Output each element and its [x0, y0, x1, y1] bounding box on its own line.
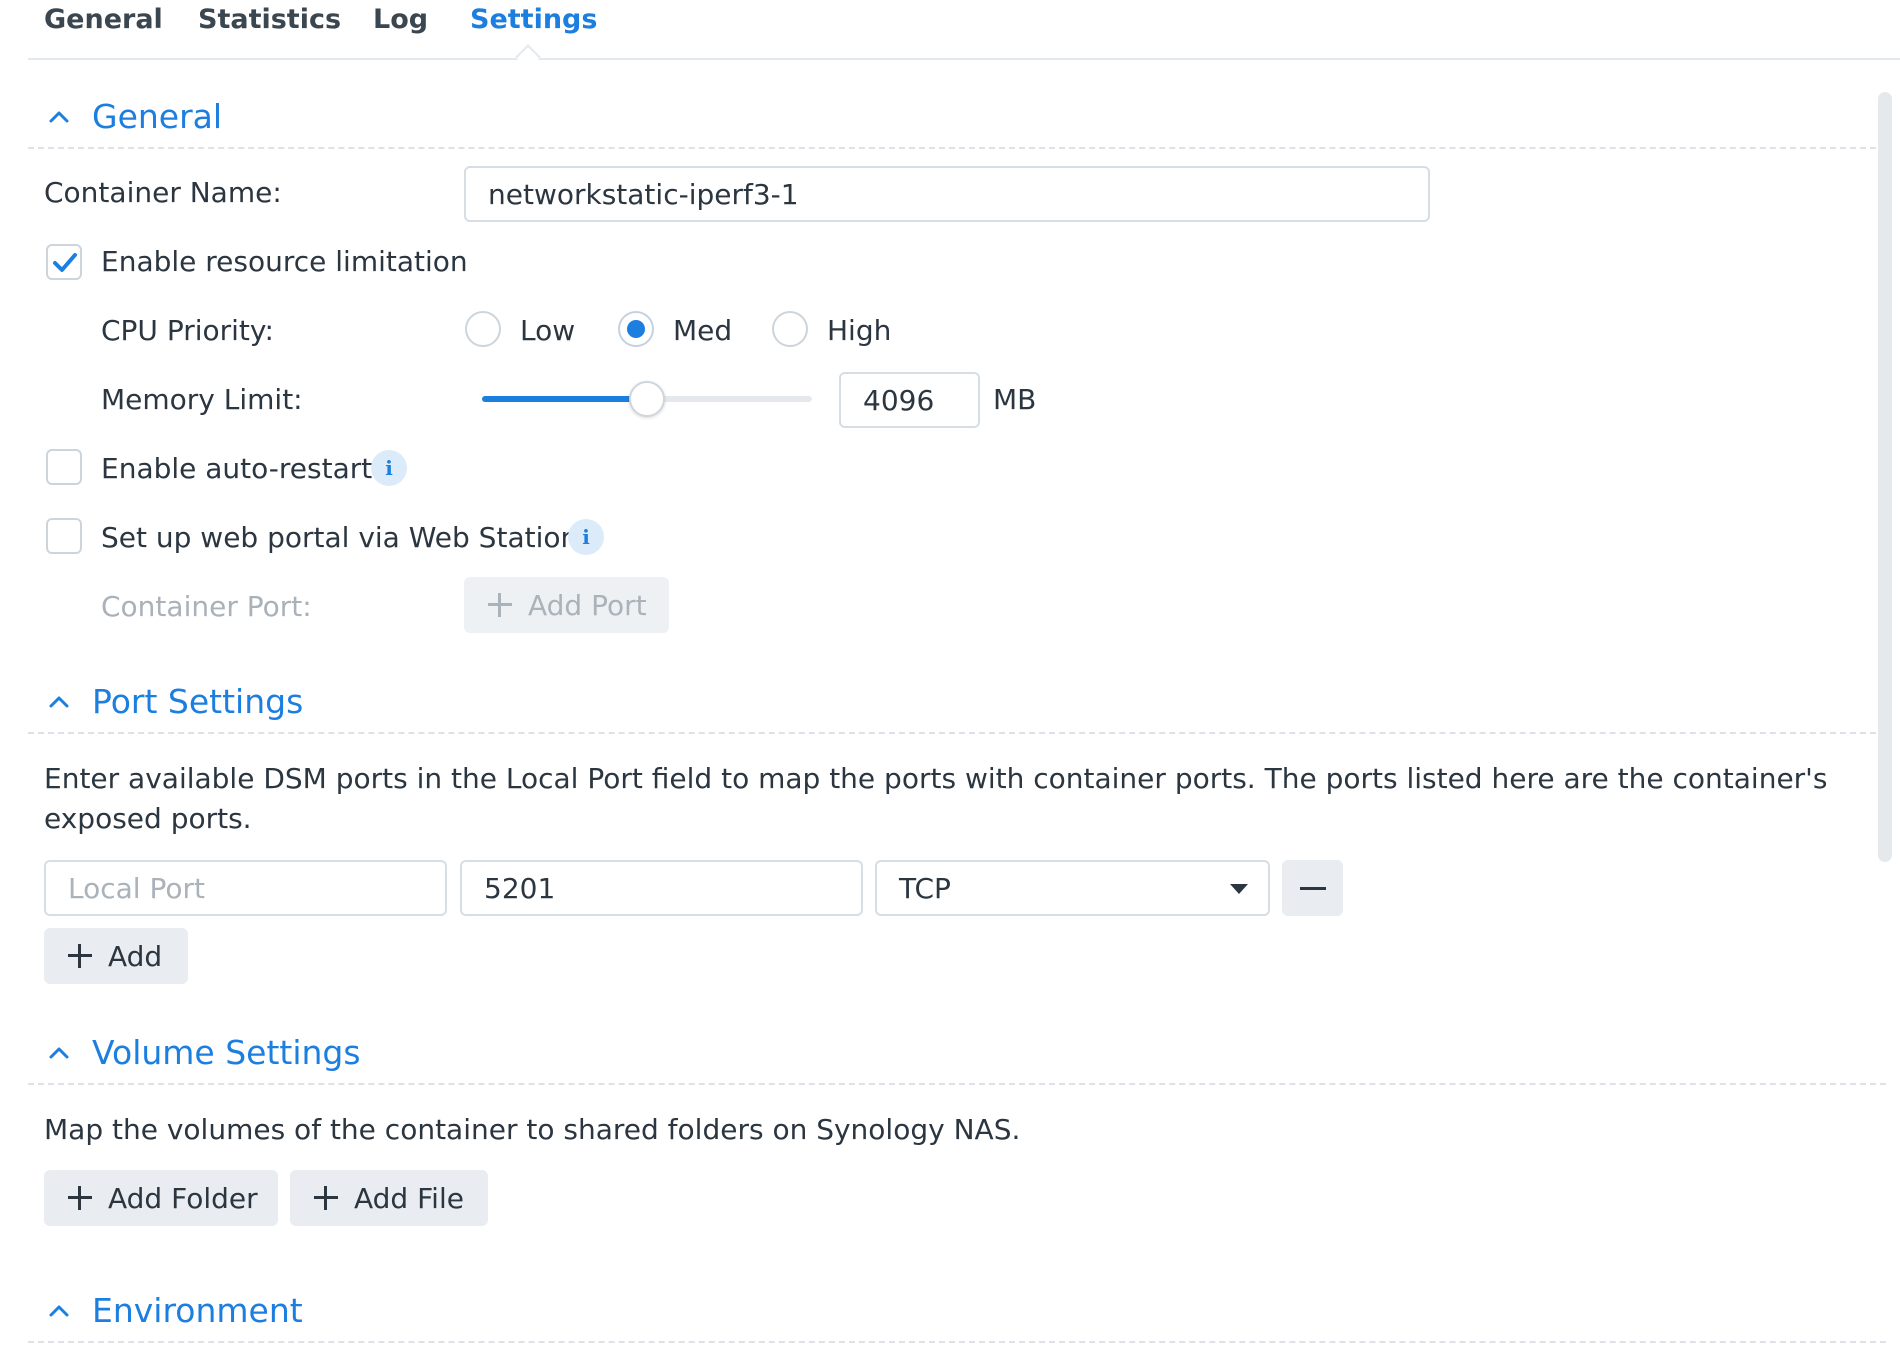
caret-down-icon: [1230, 884, 1248, 894]
tab-underline: [28, 58, 1900, 60]
web-portal-checkbox[interactable]: [46, 518, 82, 554]
cpu-priority-label: CPU Priority:: [101, 314, 274, 347]
cpu-priority-low-label[interactable]: Low: [520, 314, 575, 347]
info-icon[interactable]: i: [568, 519, 604, 555]
chevron-up-icon[interactable]: [48, 1300, 70, 1322]
tab-statistics[interactable]: Statistics: [198, 4, 341, 35]
section-title-general[interactable]: General: [92, 97, 222, 136]
enable-auto-restart-checkbox[interactable]: [46, 449, 82, 485]
container-port-label: Container Port:: [101, 590, 312, 623]
cpu-priority-med-label[interactable]: Med: [673, 314, 732, 347]
section-title-volume-settings[interactable]: Volume Settings: [92, 1033, 361, 1072]
enable-resource-limitation-checkbox[interactable]: [46, 244, 82, 280]
chevron-up-icon[interactable]: [48, 691, 70, 713]
chevron-up-icon[interactable]: [48, 1042, 70, 1064]
container-port-input[interactable]: 5201: [460, 860, 863, 916]
memory-limit-slider-handle[interactable]: [629, 381, 665, 417]
minus-icon: [1299, 886, 1326, 890]
add-port-mapping-label: Add: [108, 939, 163, 973]
section-divider: [28, 147, 1886, 149]
memory-limit-slider-fill: [482, 396, 647, 402]
cpu-priority-low-radio[interactable]: [465, 311, 501, 347]
container-name-input[interactable]: networkstatic-iperf3-1: [464, 166, 1430, 222]
container-port-value: 5201: [484, 871, 556, 905]
chevron-up-icon[interactable]: [48, 106, 70, 128]
memory-limit-label: Memory Limit:: [101, 383, 303, 416]
remove-port-row-button[interactable]: [1282, 860, 1343, 916]
cpu-priority-high-label[interactable]: High: [827, 314, 891, 347]
enable-resource-limitation-label[interactable]: Enable resource limitation: [101, 245, 468, 278]
protocol-select[interactable]: TCP: [875, 860, 1270, 916]
cpu-priority-med-radio[interactable]: [618, 311, 654, 347]
add-file-label: Add File: [354, 1181, 464, 1215]
section-title-environment[interactable]: Environment: [92, 1291, 303, 1330]
add-file-button[interactable]: Add File: [290, 1170, 488, 1226]
memory-limit-value: 4096: [863, 383, 935, 417]
active-tab-indicator: [515, 44, 541, 70]
memory-limit-unit: MB: [993, 383, 1037, 416]
section-divider: [28, 732, 1886, 734]
memory-limit-input[interactable]: 4096: [839, 372, 980, 428]
local-port-input[interactable]: Local Port: [44, 860, 447, 916]
section-title-port-settings[interactable]: Port Settings: [92, 682, 303, 721]
checkmark-icon: [53, 253, 77, 272]
section-divider: [28, 1341, 1886, 1343]
tab-log[interactable]: Log: [373, 4, 428, 35]
port-settings-description: Enter available DSM ports in the Local P…: [44, 762, 1828, 835]
add-folder-label: Add Folder: [108, 1181, 258, 1215]
tab-general[interactable]: General: [44, 4, 163, 35]
add-port-button-label: Add Port: [528, 588, 647, 622]
tab-settings[interactable]: Settings: [470, 4, 597, 35]
add-port-button[interactable]: Add Port: [464, 577, 669, 633]
container-name-value: networkstatic-iperf3-1: [488, 177, 799, 211]
cpu-priority-high-radio[interactable]: [772, 311, 808, 347]
vertical-scrollbar[interactable]: [1878, 92, 1892, 862]
enable-auto-restart-label[interactable]: Enable auto-restart: [101, 452, 372, 485]
web-portal-label[interactable]: Set up web portal via Web Station: [101, 521, 578, 554]
section-divider: [28, 1083, 1886, 1085]
protocol-value: TCP: [899, 871, 951, 905]
local-port-placeholder: Local Port: [68, 871, 205, 905]
add-port-mapping-button[interactable]: Add: [44, 928, 188, 984]
plus-icon: [68, 1186, 92, 1210]
plus-icon: [314, 1186, 338, 1210]
info-icon[interactable]: i: [371, 450, 407, 486]
container-name-label: Container Name:: [44, 176, 282, 209]
volume-settings-description: Map the volumes of the container to shar…: [44, 1113, 1021, 1146]
plus-icon: [68, 944, 92, 968]
plus-icon: [488, 593, 512, 617]
add-folder-button[interactable]: Add Folder: [44, 1170, 278, 1226]
